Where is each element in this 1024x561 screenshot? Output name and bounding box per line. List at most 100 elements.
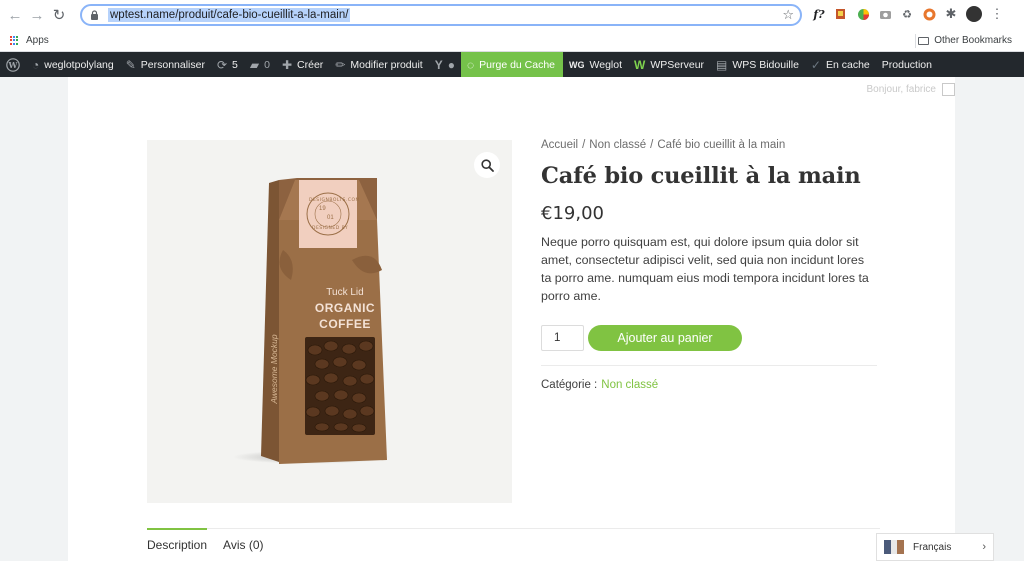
category-link[interactable]: Non classé bbox=[601, 379, 658, 391]
lock-icon bbox=[90, 10, 99, 20]
breadcrumb-category[interactable]: Non classé bbox=[589, 139, 646, 151]
recycle-extension-icon[interactable]: ♻ bbox=[900, 7, 914, 21]
back-arrow-icon[interactable]: ← bbox=[4, 4, 26, 26]
profile-avatar[interactable] bbox=[966, 6, 982, 22]
add-to-cart-button[interactable]: Ajouter au panier bbox=[588, 325, 742, 351]
breadcrumb: Accueil / Non classé / Café bio cueillit… bbox=[541, 139, 881, 151]
breadcrumb-separator: / bbox=[650, 139, 654, 151]
comment-icon: ▰ bbox=[249, 57, 260, 72]
customize-menu[interactable]: ✎ Personnaliser bbox=[120, 52, 211, 77]
plus-icon: ✚ bbox=[281, 57, 293, 72]
url-text[interactable]: wptest.name/produit/cafe-bio-cueillit-a-… bbox=[108, 8, 351, 22]
bag-badge-line1: DESIGNBOLTS.COM bbox=[309, 198, 360, 203]
other-bookmarks[interactable]: Other Bookmarks bbox=[918, 35, 1012, 46]
product-page: Bonjour, fabrice DESIGNBOLTS.COM 19 01 D… bbox=[68, 77, 955, 561]
flag-extension-icon[interactable] bbox=[834, 7, 848, 21]
bag-label-top: Tuck Lid bbox=[326, 287, 364, 298]
tab-description[interactable]: Description bbox=[147, 528, 208, 561]
browser-toolbar: ← → ↻ wptest.name/produit/cafe-bio-cueil… bbox=[0, 0, 1024, 30]
extensions-row: f? ♻ ✱ ⋮ bbox=[812, 6, 1004, 22]
product-summary: Accueil / Non classé / Café bio cueillit… bbox=[541, 139, 881, 391]
breadcrumb-separator: / bbox=[582, 139, 586, 151]
seo-status-dot-icon: ● bbox=[447, 57, 455, 72]
bag-badge-num2: 01 bbox=[327, 215, 334, 221]
purge-spinner-icon: ◌ bbox=[467, 57, 475, 72]
zoom-button[interactable] bbox=[474, 152, 500, 178]
color-extension-icon[interactable] bbox=[856, 7, 870, 21]
product-category: Catégorie : Non classé bbox=[541, 379, 881, 391]
chevron-right-icon: › bbox=[982, 541, 986, 553]
edit-product-menu[interactable]: ✏ Modifier produit bbox=[329, 52, 428, 77]
puzzle-icon[interactable]: ✱ bbox=[944, 7, 958, 22]
bookmark-star-icon[interactable]: ☆ bbox=[782, 7, 794, 23]
pencil-icon: ✏ bbox=[335, 57, 346, 72]
add-to-cart-form: 1 Ajouter au panier bbox=[541, 325, 881, 351]
purge-cache-label: Purge du Cache bbox=[479, 58, 556, 71]
en-cache-menu[interactable]: ✓ En cache bbox=[805, 52, 876, 77]
site-name-label: weglotpolylang bbox=[44, 58, 114, 71]
en-cache-label: En cache bbox=[825, 58, 870, 71]
updates-menu[interactable]: ⟳ 5 bbox=[211, 52, 244, 77]
camera-extension-icon[interactable] bbox=[878, 7, 892, 21]
wordpress-icon: W bbox=[6, 57, 20, 72]
bag-label-main-2: COFFEE bbox=[319, 317, 371, 331]
brush-icon: ✎ bbox=[125, 57, 136, 72]
category-label: Catégorie : bbox=[541, 379, 598, 391]
font-extension-icon[interactable]: f? bbox=[812, 7, 826, 21]
address-bar[interactable]: wptest.name/produit/cafe-bio-cueillit-a-… bbox=[80, 4, 802, 26]
greeting-text: Bonjour, fabrice bbox=[866, 84, 937, 95]
wp-admin-bar: W ◔ weglotpolylang ✎ Personnaliser ⟳ 5 ▰… bbox=[0, 52, 1024, 77]
product-image[interactable]: DESIGNBOLTS.COM 19 01 DESIGNED BY Tuck L… bbox=[147, 140, 512, 503]
language-switcher[interactable]: Français › bbox=[876, 533, 994, 561]
product-description: Neque porro quisquam est, qui dolore ips… bbox=[541, 235, 869, 303]
bag-label-main-1: ORGANIC bbox=[314, 301, 376, 315]
product-tabs: Description Avis (0) bbox=[147, 528, 880, 561]
menu-dots-icon[interactable]: ⋮ bbox=[990, 7, 1004, 22]
new-content-menu[interactable]: ✚ Créer bbox=[276, 52, 329, 77]
user-avatar bbox=[942, 83, 955, 96]
bookmarks-separator bbox=[915, 34, 916, 48]
bag-side-text: Awesome Mockup bbox=[269, 334, 279, 404]
weglot-label: Weglot bbox=[589, 58, 623, 71]
apps-grid-icon bbox=[10, 35, 20, 46]
wp-logo-menu[interactable]: W bbox=[0, 52, 26, 77]
forward-arrow-icon[interactable]: → bbox=[26, 4, 48, 26]
weglot-icon: WG bbox=[569, 59, 585, 70]
edit-product-label: Modifier produit bbox=[350, 58, 423, 71]
customize-label: Personnaliser bbox=[140, 58, 205, 71]
apps-label: Apps bbox=[26, 35, 49, 46]
other-bookmarks-label: Other Bookmarks bbox=[934, 35, 1012, 46]
comments-count: 0 bbox=[264, 58, 270, 71]
product-title: Café bio cueillit à la main bbox=[541, 163, 861, 189]
greeting[interactable]: Bonjour, fabrice bbox=[866, 83, 955, 96]
purge-cache-button[interactable]: ◌ Purge du Cache bbox=[461, 52, 564, 77]
site-name-menu[interactable]: ◔ weglotpolylang bbox=[26, 52, 120, 77]
product-meta-divider bbox=[541, 365, 877, 366]
updates-icon: ⟳ bbox=[216, 57, 228, 72]
tab-reviews[interactable]: Avis (0) bbox=[223, 529, 263, 561]
breadcrumb-home[interactable]: Accueil bbox=[541, 139, 578, 151]
wps-bidouille-menu[interactable]: ▤ WPS Bidouille bbox=[710, 52, 805, 77]
production-menu[interactable]: Production bbox=[876, 52, 938, 77]
check-icon: ✓ bbox=[810, 57, 821, 72]
magnifier-icon bbox=[480, 158, 494, 172]
reload-icon[interactable]: ↻ bbox=[48, 4, 70, 26]
create-label: Créer bbox=[297, 58, 324, 71]
comments-menu[interactable]: ▰ 0 bbox=[244, 52, 276, 77]
svg-text:W: W bbox=[8, 60, 19, 70]
folder-icon bbox=[918, 36, 930, 45]
bookmarks-bar: Apps Other Bookmarks bbox=[0, 30, 1024, 52]
yoast-menu[interactable]: Y ● bbox=[429, 52, 461, 77]
wpserveur-menu[interactable]: W WPServeur bbox=[628, 52, 710, 77]
shield-extension-icon[interactable] bbox=[922, 7, 936, 21]
breadcrumb-current: Café bio cueillit à la main bbox=[657, 139, 786, 151]
yoast-icon: Y bbox=[434, 57, 443, 72]
quantity-input[interactable]: 1 bbox=[541, 325, 584, 351]
bag-badge-num1: 19 bbox=[319, 206, 326, 212]
weglot-menu[interactable]: WG Weglot bbox=[563, 52, 628, 77]
production-label: Production bbox=[881, 58, 932, 71]
wps-bidouille-label: WPS Bidouille bbox=[732, 58, 799, 71]
product-price: €19,00 bbox=[541, 203, 604, 224]
wps-bidouille-icon: ▤ bbox=[716, 57, 728, 72]
apps-bookmark[interactable]: Apps bbox=[10, 35, 49, 46]
